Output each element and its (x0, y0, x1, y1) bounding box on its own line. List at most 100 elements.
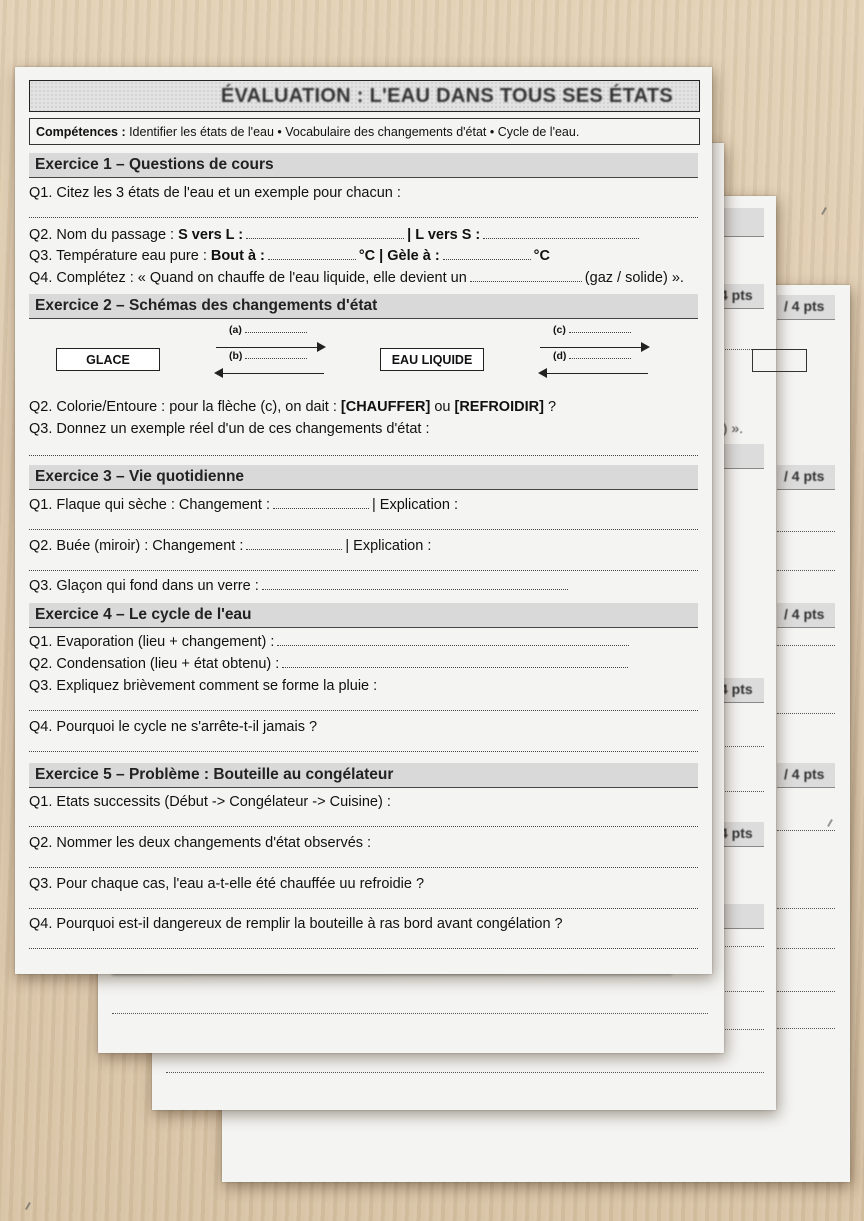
ex3-q1-text: Q1. Flaque qui sèche : Changement : (29, 497, 271, 513)
points-label: 4 pts (720, 287, 753, 303)
arrow-label-c: (c) (553, 324, 634, 336)
worksheet-page-1: ÉVALUATION : L'EAU DANS TOUS SES ÉTATS C… (15, 67, 712, 974)
ex1-q3: Q3. Température eau pure : Bout à : °C | … (29, 248, 550, 264)
ex4-q1: Q1. Evaporation (lieu + changement) : (29, 634, 632, 650)
ex1-q3-freeze: °C | Gèle à : (358, 248, 440, 264)
competences-label: Compétences : (36, 125, 126, 139)
points-label: 4 pts (720, 825, 753, 841)
answer-line (777, 570, 835, 571)
answer-line (777, 713, 835, 714)
ex3-q3-text: Q3. Glaçon qui fond dans un verre : (29, 578, 259, 594)
ex1-q2-text: Q2. Nom du passage : (29, 227, 179, 243)
ex3-q1: Q1. Flaque qui sèche : Changement : | Exp… (29, 497, 458, 513)
answer-line (777, 991, 835, 992)
answer-blank[interactable] (246, 238, 405, 239)
answer-blank[interactable] (245, 358, 308, 359)
exercise-5-title: Exercice 5 – Problème : Bouteille au con… (35, 766, 394, 783)
exercise-2-heading: Exercice 2 – Schémas des changements d'é… (29, 294, 698, 319)
answer-line[interactable] (29, 570, 698, 571)
ex4-q3: Q3. Expliquez brièvement comment se form… (29, 678, 378, 694)
answer-blank[interactable] (569, 358, 632, 359)
exercise-3-heading: Exercice 3 – Vie quotidienne (29, 465, 698, 490)
ex4-q4: Q4. Pourquoi le cycle ne s'arrête-t-il j… (29, 719, 318, 735)
ex1-q2-ls: | L vers S : (407, 227, 481, 243)
answer-line[interactable] (29, 908, 698, 909)
arrow-left-b (214, 368, 324, 378)
arrow-right-c (540, 342, 650, 352)
choice-refroidir[interactable]: [REFROIDIR] (455, 399, 544, 415)
answer-line[interactable] (29, 217, 698, 218)
points-label: / 4 pts (784, 298, 825, 314)
answer-line[interactable] (29, 751, 698, 752)
answer-blank[interactable] (273, 508, 370, 509)
answer-blank[interactable] (483, 238, 640, 239)
ex3-q2-text: Q2. Buée (miroir) : Changement : (29, 538, 244, 554)
points-label: 4 pts (720, 681, 753, 697)
worksheet-title: ÉVALUATION : L'EAU DANS TOUS SES ÉTATS (220, 85, 673, 107)
ex2-q3: Q3. Donnez un exemple réel d'un de ces c… (29, 421, 430, 437)
ex1-q3-unit: °C (533, 248, 550, 264)
answer-blank[interactable] (568, 332, 631, 333)
choice-chauffer[interactable]: [CHAUFFER] (341, 399, 430, 415)
answer-line (777, 531, 835, 532)
answer-line[interactable] (29, 826, 698, 827)
ex5-q3: Q3. Pour chaque cas, l'eau a-t-elle été … (29, 876, 425, 892)
ex5-q4: Q4. Pourquoi est-il dangereux de remplir… (29, 916, 563, 932)
ex3-q3: Q3. Glaçon qui fond dans un verre : (29, 578, 571, 594)
answer-line (777, 1028, 835, 1029)
answer-line[interactable] (29, 529, 698, 530)
answer-line[interactable] (29, 948, 698, 949)
arrow-label-d: (d) (553, 350, 634, 362)
answer-blank[interactable] (282, 667, 629, 668)
state-box (752, 349, 807, 372)
exercise-5-heading: Exercice 5 – Problème : Bouteille au con… (29, 763, 698, 788)
answer-blank[interactable] (277, 645, 630, 646)
answer-blank[interactable] (442, 259, 531, 260)
answer-blank[interactable] (246, 549, 343, 550)
arrow-right-a (216, 342, 326, 352)
arrow-left-d (538, 368, 648, 378)
ex1-q4-text: Q4. Complétez : « Quand on chauffe de l'… (29, 270, 467, 286)
ex1-q3-boil: Bout à : (210, 248, 265, 264)
ex4-q2-text: Q2. Condensation (lieu + état obtenu) : (29, 656, 280, 672)
state-box-eau-liquide: EAU LIQUIDE (380, 348, 484, 371)
ex5-q1: Q1. Etats successits (Début -> Congélate… (29, 794, 391, 810)
title-banner: ÉVALUATION : L'EAU DANS TOUS SES ÉTATS (29, 80, 700, 112)
label-c: (c) (553, 324, 566, 336)
exercise-1-heading: Exercice 1 – Questions de cours (29, 153, 698, 178)
ex1-q2-sl: S vers L : (178, 227, 244, 243)
arrow-label-b: (b) (229, 350, 310, 362)
label-a: (a) (229, 324, 242, 336)
arrow-label-a: (a) (229, 324, 310, 336)
answer-line (777, 645, 835, 646)
ex2-q2: Q2. Colorie/Entoure : pour la flèche (c)… (29, 399, 556, 415)
answer-line[interactable] (29, 867, 698, 868)
ex4-q2: Q2. Condensation (lieu + état obtenu) : (29, 656, 631, 672)
answer-line (166, 1072, 764, 1073)
ex3-q2: Q2. Buée (miroir) : Changement : | Explic… (29, 538, 431, 554)
table-mark (821, 207, 827, 215)
answer-line[interactable] (29, 710, 698, 711)
ex3-q2-explication: | Explication : (345, 538, 432, 554)
ex1-q2: Q2. Nom du passage : S vers L : | L vers … (29, 227, 642, 243)
exercise-4-title: Exercice 4 – Le cycle de l'eau (35, 606, 252, 623)
table-mark (25, 1202, 31, 1210)
competences-text: Identifier les états de l'eau • Vocabula… (125, 125, 580, 139)
exercise-2-title: Exercice 2 – Schémas des changements d'é… (35, 297, 378, 314)
answer-line (777, 830, 835, 831)
answer-blank[interactable] (469, 281, 582, 282)
answer-line[interactable] (29, 455, 698, 456)
answer-blank[interactable] (244, 332, 307, 333)
label-d: (d) (553, 350, 567, 362)
answer-blank[interactable] (261, 589, 568, 590)
answer-line (777, 948, 835, 949)
ex4-q1-text: Q1. Evaporation (lieu + changement) : (29, 634, 275, 650)
exercise-3-title: Exercice 3 – Vie quotidienne (35, 468, 245, 485)
points-label: / 4 pts (784, 606, 825, 622)
ex1-q3-text: Q3. Température eau pure : (29, 248, 211, 264)
ex1-q4-choice: (gaz / solide) ». (584, 270, 684, 286)
competences-box: Compétences : Identifier les états de l'… (29, 118, 700, 145)
answer-line (777, 908, 835, 909)
ex2-q2-or: ou (430, 399, 455, 415)
answer-blank[interactable] (267, 259, 356, 260)
